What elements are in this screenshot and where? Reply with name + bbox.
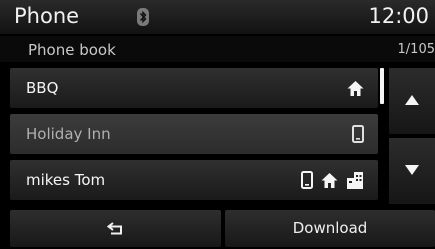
bluetooth-icon <box>137 8 149 26</box>
contact-name: BBQ <box>26 79 59 97</box>
triangle-up-icon <box>405 95 419 105</box>
sub-header: Phone book 1/105 <box>0 36 435 62</box>
contact-name: mikes Tom <box>26 171 106 189</box>
back-button[interactable] <box>10 210 221 247</box>
home-icon <box>347 80 364 96</box>
phone-screen: Phone 12:00 Phone book 1/105 BBQ Holiday… <box>0 0 435 249</box>
office-icon <box>347 172 363 189</box>
bottom-bar: Download <box>0 208 435 249</box>
mobile-phone-icon <box>352 125 364 143</box>
download-label: Download <box>292 219 368 237</box>
mobile-phone-icon <box>301 171 313 189</box>
section-title: Phone book <box>28 41 116 59</box>
contact-row-holiday-inn[interactable]: Holiday Inn <box>10 114 378 154</box>
contact-row-mikes-tom[interactable]: mikes Tom <box>10 160 378 200</box>
contact-name: Holiday Inn <box>26 125 111 143</box>
home-icon <box>321 172 338 188</box>
contact-row-bbq[interactable]: BBQ <box>10 68 378 108</box>
back-arrow-icon <box>107 222 122 235</box>
scroll-up-button[interactable] <box>389 68 435 134</box>
app-title: Phone <box>14 4 80 28</box>
page-indicator: 1/105 <box>397 42 435 57</box>
scrollbar-thumb[interactable] <box>380 68 384 104</box>
download-button[interactable]: Download <box>225 210 435 247</box>
status-bar: Phone 12:00 <box>0 0 435 34</box>
triangle-down-icon <box>405 165 419 175</box>
scroll-down-button[interactable] <box>389 138 435 204</box>
clock: 12:00 <box>368 4 429 28</box>
